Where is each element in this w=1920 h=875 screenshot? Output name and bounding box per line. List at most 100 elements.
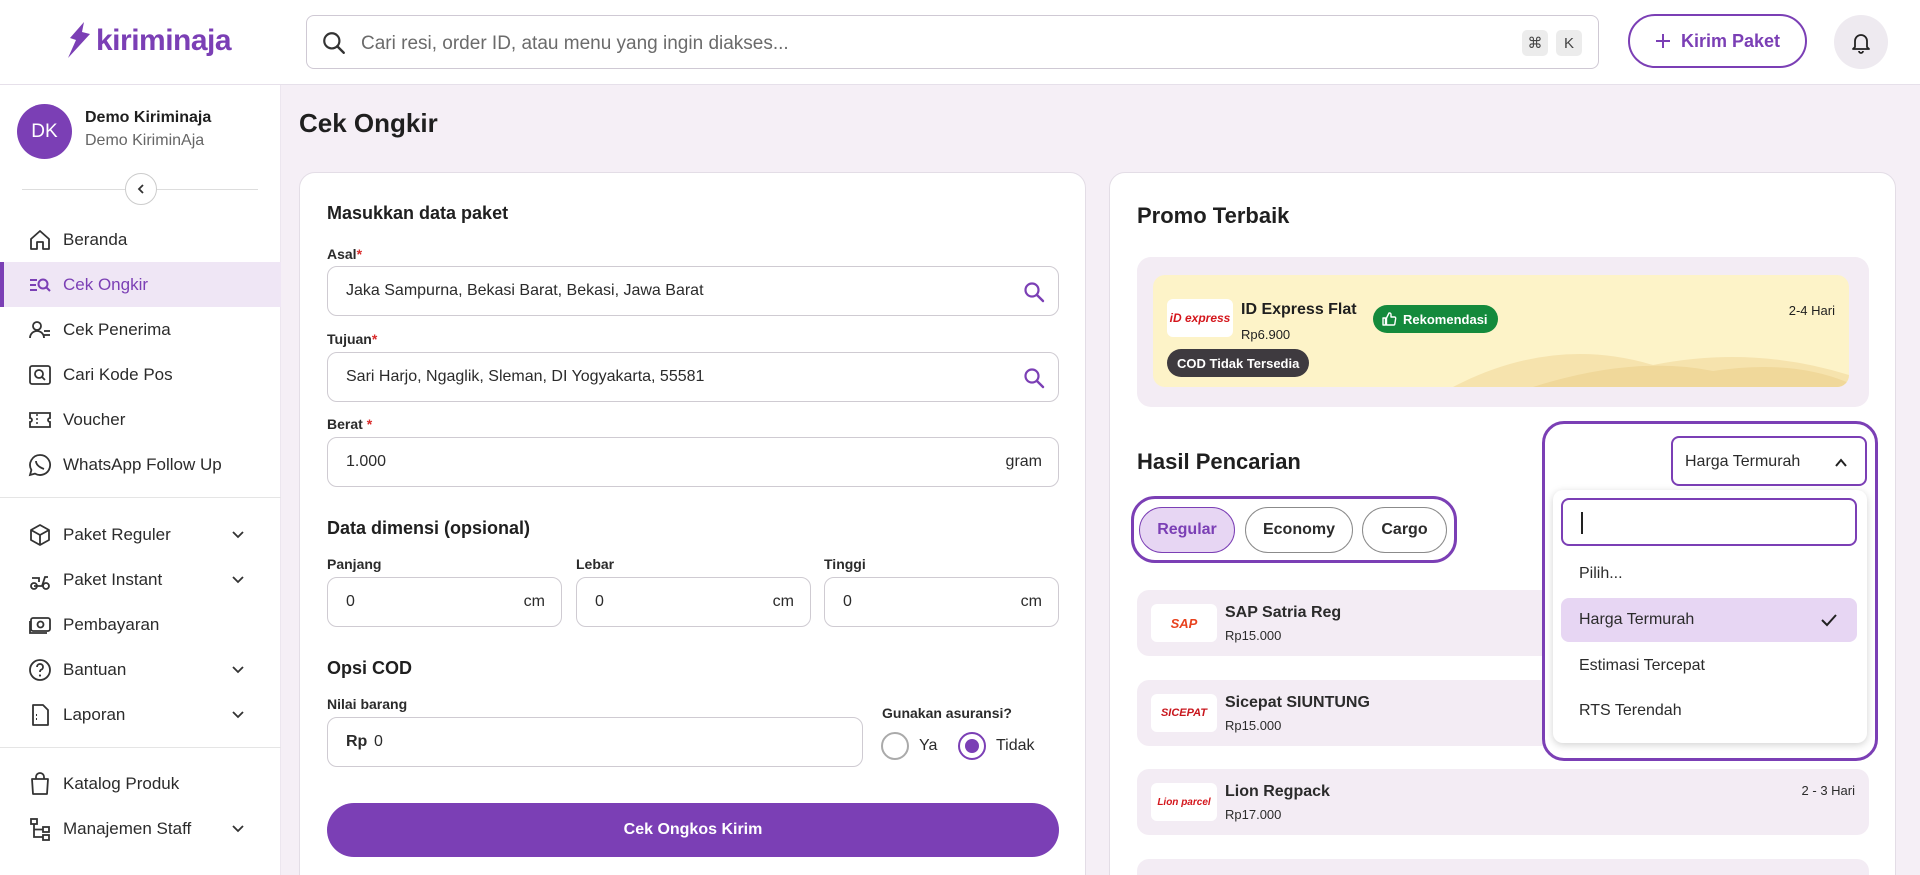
chevron-down-icon [232, 711, 244, 719]
sort-search-input[interactable] [1561, 498, 1857, 546]
asuransi-tidak-radio[interactable] [958, 732, 986, 760]
lion-parcel-logo: Lion parcel [1151, 783, 1217, 821]
sidebar-item-cek-penerima[interactable]: Cek Penerima [0, 307, 281, 352]
panjang-value: 0 [346, 593, 355, 610]
thumbs-up-icon [1382, 312, 1397, 326]
sort-option-label: Estimasi Tercepat [1579, 657, 1705, 674]
promo-price: Rp6.900 [1241, 327, 1291, 342]
sidebar-item-beranda[interactable]: Beranda [0, 217, 281, 262]
promo-card[interactable]: iD express ID Express Flat Rekomendasi R… [1153, 275, 1849, 387]
payment-icon [29, 617, 51, 634]
sort-option-rts-terendah[interactable]: RTS Terendah [1561, 689, 1857, 733]
nilai-barang-value: 0 [374, 733, 383, 750]
sidebar-item-label: Pembayaran [63, 615, 160, 634]
sort-selected-value: Harga Termurah [1685, 453, 1801, 470]
sort-option-harga-termurah[interactable]: Harga Termurah [1561, 598, 1857, 642]
berat-value: 1.000 [346, 453, 387, 470]
cmd-key-hint: ⌘ [1522, 30, 1548, 56]
search-list-icon [30, 278, 51, 292]
divider [0, 497, 281, 498]
sort-select[interactable]: Harga Termurah [1671, 436, 1867, 486]
panjang-field[interactable]: 0 cm [327, 577, 562, 627]
lebar-label: Lebar [576, 556, 615, 572]
asuransi-ya-radio[interactable] [881, 732, 909, 760]
box-icon [30, 524, 50, 546]
chevron-left-icon [137, 184, 144, 194]
result-price: Rp15.000 [1225, 628, 1282, 643]
tinggi-field[interactable]: 0 cm [824, 577, 1059, 627]
sidebar-item-label: Voucher [63, 410, 126, 429]
sidebar-item-pembayaran[interactable]: Pembayaran [0, 602, 281, 647]
tinggi-label: Tinggi [824, 556, 866, 572]
sort-option-estimasi-tercepat[interactable]: Estimasi Tercepat [1561, 644, 1857, 688]
search-icon[interactable] [1022, 280, 1046, 304]
sap-logo: SAP [1151, 604, 1217, 642]
sidebar-item-cek-ongkir[interactable]: Cek Ongkir [0, 262, 281, 307]
filter-cargo[interactable]: Cargo [1362, 507, 1447, 553]
currency-prefix: Rp [346, 733, 368, 750]
dimensi-title: Data dimensi (opsional) [327, 518, 531, 538]
lebar-field[interactable]: 0 cm [576, 577, 811, 627]
sidebar-item-label: Cek Ongkir [63, 275, 149, 294]
promo-courier-name: ID Express Flat [1241, 301, 1357, 318]
sidebar-item-whatsapp-follow-up[interactable]: WhatsApp Follow Up [0, 442, 281, 487]
logo[interactable]: kiriminaja [64, 20, 232, 62]
global-search[interactable]: Cari resi, order ID, atau menu yang ingi… [306, 15, 1599, 69]
lebar-unit: cm [772, 593, 794, 610]
tinggi-unit: cm [1020, 593, 1042, 610]
sidebar-item-paket-instant[interactable]: Paket Instant [0, 557, 281, 602]
tujuan-field[interactable]: Sari Harjo, Ngaglik, Sleman, DI Yogyakar… [327, 352, 1059, 402]
sidebar-item-label: Beranda [63, 230, 128, 249]
panjang-label: Panjang [327, 556, 382, 572]
asuransi-ya-label: Ya [919, 737, 938, 754]
k-key-hint: K [1556, 30, 1582, 56]
avatar[interactable]: DK [17, 104, 72, 159]
sort-option-pilih[interactable]: Pilih... [1561, 552, 1857, 596]
search-icon[interactable] [1022, 366, 1046, 390]
page-title: Cek Ongkir [299, 108, 438, 138]
sidebar-item-label: Cek Penerima [63, 320, 171, 339]
cek-ongkos-kirim-button[interactable]: Cek Ongkos Kirim [327, 803, 1059, 857]
tujuan-label: Tujuan* [327, 331, 378, 347]
collapse-sidebar-button[interactable] [125, 173, 157, 205]
voucher-icon [29, 412, 51, 428]
chevron-up-icon [1835, 458, 1847, 467]
result-row[interactable] [1137, 859, 1869, 875]
kirim-paket-button[interactable]: Kirim Paket [1628, 14, 1807, 68]
filter-economy[interactable]: Economy [1245, 507, 1353, 553]
asal-field[interactable]: Jaka Sampurna, Bekasi Barat, Bekasi, Jaw… [327, 266, 1059, 316]
berat-field[interactable]: 1.000 gram [327, 437, 1059, 487]
result-courier-name: SAP Satria Reg [1225, 604, 1342, 621]
asal-value: Jaka Sampurna, Bekasi Barat, Bekasi, Jaw… [346, 282, 704, 299]
result-courier-name: Lion Regpack [1225, 783, 1330, 800]
search-placeholder: Cari resi, order ID, atau menu yang ingi… [361, 33, 789, 54]
plus-icon [1655, 34, 1670, 48]
sidebar-item-bantuan[interactable]: Bantuan [0, 647, 281, 692]
sidebar-item-voucher[interactable]: Voucher [0, 397, 281, 442]
sidebar-item-katalog-produk[interactable]: Katalog Produk [0, 761, 281, 806]
sidebar-item-cari-kode-pos[interactable]: Cari Kode Pos [0, 352, 281, 397]
sidebar-item-label: Katalog Produk [63, 774, 180, 793]
lebar-value: 0 [595, 593, 604, 610]
postal-search-icon [29, 365, 51, 385]
notification-button[interactable] [1834, 15, 1888, 69]
text-caret [1581, 512, 1583, 534]
sort-option-label: Harga Termurah [1579, 611, 1695, 628]
berat-label: Berat * [327, 416, 373, 432]
asuransi-label: Gunakan asuransi? [882, 705, 1012, 721]
nilai-barang-field[interactable]: Rp 0 [327, 717, 863, 767]
sort-option-label: Pilih... [1579, 565, 1623, 582]
search-icon [323, 32, 345, 54]
result-row[interactable]: Lion parcel Lion Regpack Rp17.000 2 - 3 … [1137, 769, 1869, 835]
kirim-paket-label: Kirim Paket [1680, 30, 1781, 51]
report-icon [32, 704, 49, 726]
user-check-icon [29, 321, 50, 339]
filter-regular[interactable]: Regular [1139, 507, 1235, 553]
sidebar-item-paket-reguler[interactable]: Paket Reguler [0, 512, 281, 557]
sidebar-item-laporan[interactable]: Laporan [0, 692, 281, 737]
logo-icon [68, 22, 90, 58]
sidebar-item-manajemen-staff[interactable]: Manajemen Staff [0, 806, 281, 851]
tujuan-value: Sari Harjo, Ngaglik, Sleman, DI Yogyakar… [346, 368, 705, 385]
sort-options-list: Pilih... Harga Termurah Estimasi Tercepa… [1553, 490, 1867, 743]
bell-icon [1852, 34, 1870, 54]
